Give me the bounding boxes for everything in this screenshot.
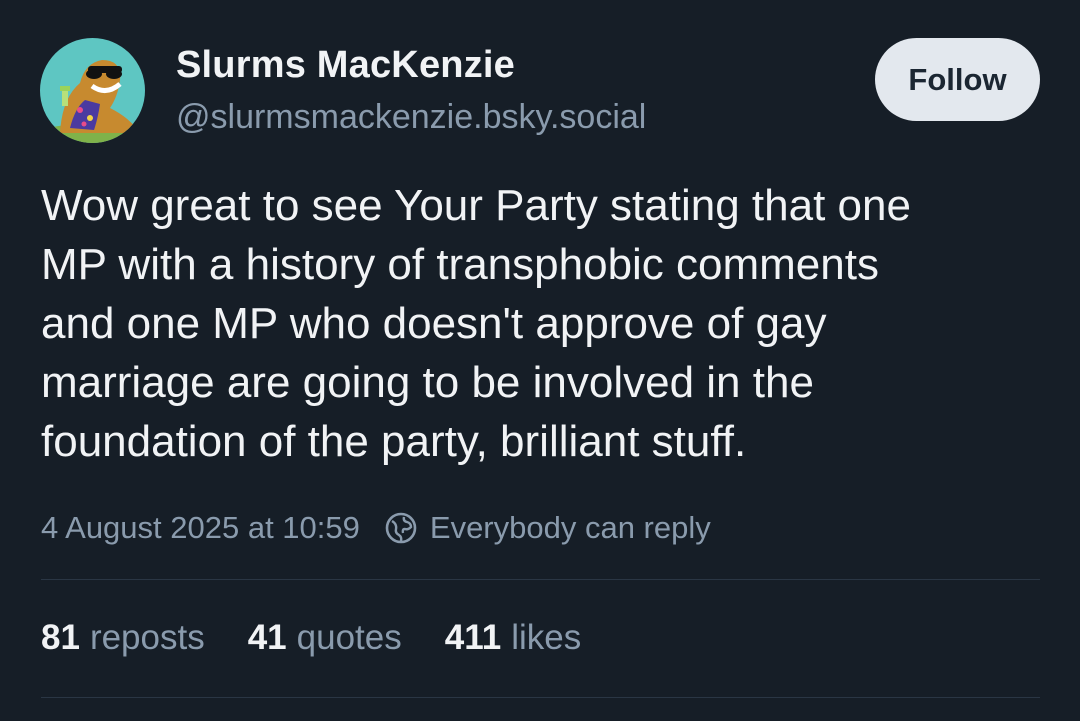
likes-label: likes: [511, 618, 582, 657]
slug-avatar-icon: [40, 38, 145, 143]
reply-setting-label: Everybody can reply: [429, 510, 711, 545]
avatar[interactable]: [40, 38, 145, 143]
post-stats: 81 reposts 41 quotes 411 likes: [41, 618, 624, 658]
likes-stat[interactable]: 411 likes: [445, 618, 582, 658]
author-display-name[interactable]: Slurms MacKenzie: [176, 44, 515, 87]
author-handle[interactable]: @slurmsmackenzie.bsky.social: [176, 98, 646, 137]
reposts-label: reposts: [89, 618, 205, 657]
reposts-count: 81: [41, 618, 80, 657]
quotes-label: quotes: [296, 618, 402, 657]
follow-button[interactable]: Follow: [875, 38, 1040, 121]
post-text: Wow great to see Your Party stating that…: [41, 181, 911, 466]
quotes-stat[interactable]: 41 quotes: [248, 618, 402, 658]
reply-setting[interactable]: Everybody can reply: [384, 510, 711, 546]
post-timestamp[interactable]: 4 August 2025 at 10:59: [41, 510, 360, 546]
divider: [41, 697, 1040, 698]
divider: [41, 579, 1040, 580]
likes-count: 411: [444, 618, 502, 657]
globe-icon: [385, 512, 417, 544]
post-meta: 4 August 2025 at 10:59 Everybody can rep…: [41, 506, 711, 550]
post-thread-view: Slurms MacKenzie @slurmsmackenzie.bsky.s…: [0, 0, 1080, 721]
reposts-stat[interactable]: 81 reposts: [41, 618, 205, 658]
quotes-count: 41: [247, 618, 287, 657]
